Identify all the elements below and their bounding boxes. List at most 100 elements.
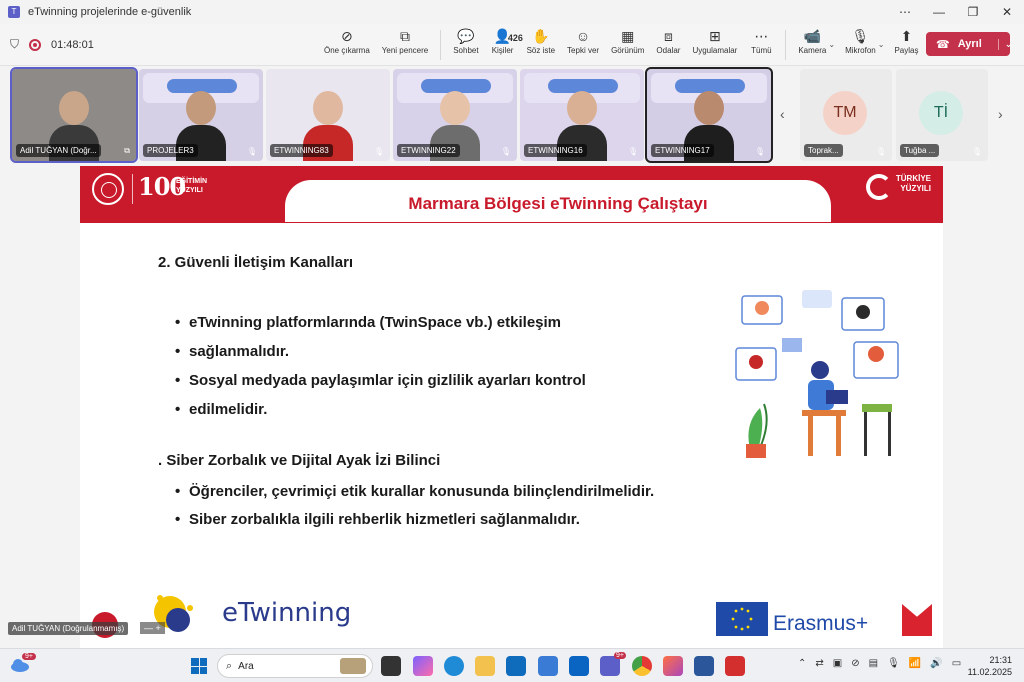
taskbar-search[interactable]: ⌕ Ara — [217, 654, 373, 678]
more-options-button[interactable]: ⋯ — [888, 5, 922, 19]
pdf-reader-icon[interactable] — [725, 656, 745, 676]
mic-muted-icon: 🎙 — [875, 147, 886, 156]
participant-tile[interactable]: TM Toprak... 🎙 — [800, 69, 892, 161]
participant-tile[interactable]: ETWINNING16 🎙 — [520, 69, 644, 161]
raise-hand-icon: ✋ — [532, 28, 550, 44]
store-icon[interactable] — [506, 656, 526, 676]
mic-options-chevron-icon[interactable]: ⌄ — [878, 40, 885, 49]
word-icon[interactable] — [694, 656, 714, 676]
leave-button[interactable]: ☎ Ayrıl ⌄ — [926, 32, 1012, 56]
presenter-controls[interactable]: — + — [140, 622, 165, 634]
teams-badge: 9+ — [614, 652, 626, 659]
bullet-continuation: edilmelidir. — [175, 395, 735, 424]
windows-taskbar: 9+ ⌕ Ara 9+ ⌃ ⇄ ▣ ⊘ ▤ 🎙 📶 🔊 ▭ 21:31 11.0… — [0, 648, 1024, 682]
share-label: Paylaş — [894, 46, 919, 55]
volume-icon[interactable]: 🔊 — [930, 658, 942, 669]
weather-widget[interactable]: 9+ — [10, 653, 36, 674]
mic-muted-icon: 🎙 — [500, 147, 511, 156]
task-view-icon[interactable] — [381, 656, 401, 676]
toolbar-rooms-button[interactable]: ⧈ Odalar — [650, 26, 686, 55]
copilot-icon[interactable] — [413, 656, 433, 676]
participant-tile[interactable]: ETWINNING83 🎙 — [266, 69, 390, 161]
system-tray: ⌃ ⇄ ▣ ⊘ ▤ 🎙 📶 🔊 ▭ — [798, 658, 970, 669]
rooms-icon: ⧈ — [663, 28, 673, 44]
mic-off-icon: 🎙 — [851, 28, 870, 44]
strip-next-chevron-icon[interactable]: › — [998, 106, 1003, 122]
toolbar-more-label: Tümü — [751, 46, 772, 55]
highlight-off-icon: ⊘ — [341, 28, 353, 44]
toolbar-react-button[interactable]: ☺ Tepki ver — [561, 26, 605, 55]
toolbar-more-button[interactable]: ⋯ Tümü — [743, 26, 779, 55]
camera-label: Kamera — [798, 46, 827, 55]
teams-app-icon: T — [8, 6, 20, 18]
battery-icon[interactable]: ▭ — [952, 658, 961, 669]
ministry-logo-icon — [92, 173, 124, 205]
participant-tile[interactable]: ETWINNING17 🎙 — [645, 67, 773, 163]
minimize-button[interactable]: — — [922, 5, 956, 19]
presenter-name-tag: Adil TUĞYAN (Doğrulanmamış) — [8, 622, 129, 635]
participant-name: Tuğba ... — [900, 144, 940, 157]
wifi-icon[interactable]: 📶 — [909, 658, 921, 669]
meeting-toolbar: ⛉ 01:48:01 ⊘ Öne çıkarma ⧉ Yeni pencere … — [0, 24, 1024, 66]
participant-name: ETWINNING17 — [651, 144, 714, 157]
tray-app-icon[interactable]: ⊘ — [851, 658, 859, 669]
toolbar-highlight-label: Öne çıkarma — [324, 46, 370, 55]
tray-overflow-chevron-icon[interactable]: ⌃ — [798, 658, 806, 669]
outlook-icon[interactable] — [569, 656, 589, 676]
toolbar-highlight-button[interactable]: ⊘ Öne çıkarma — [318, 26, 376, 55]
strip-prev-chevron-icon[interactable]: ‹ — [780, 106, 785, 122]
tray-app-icon[interactable]: ⇄ — [815, 658, 823, 669]
file-explorer-icon[interactable] — [475, 656, 495, 676]
toolbar-new-window-button[interactable]: ⧉ Yeni pencere — [376, 26, 434, 55]
people-count: 426 — [507, 33, 523, 43]
security-shield-icon[interactable]: ⛉ — [10, 37, 19, 52]
maximize-button[interactable]: ❐ — [956, 5, 990, 19]
microphone-label: Mikrofon — [845, 46, 876, 55]
teams-icon[interactable]: 9+ — [600, 652, 626, 676]
camera-options-chevron-icon[interactable]: ⌄ — [828, 40, 835, 49]
toolbar-apps-button[interactable]: ⊞ Uygulamalar — [686, 26, 743, 55]
bullet-item: eTwinning platformlarında (TwinSpace vb.… — [175, 308, 735, 337]
toolbar-raise-hand-button[interactable]: ✋ Söz iste — [521, 26, 561, 55]
participant-tile[interactable]: PROJELER3 🎙 — [139, 69, 263, 161]
close-button[interactable]: ✕ — [990, 5, 1024, 19]
participant-tile[interactable]: Tİ Tuğba ... 🎙 — [896, 69, 988, 161]
recording-icon — [29, 38, 42, 51]
camera-button[interactable]: 📹 Kamera — [792, 26, 832, 55]
section-bullets: eTwinning platformlarında (TwinSpace vb.… — [175, 308, 735, 424]
start-button[interactable] — [191, 658, 207, 674]
microphone-button[interactable]: 🎙 Mikrofon — [839, 26, 882, 55]
toolbar-chat-button[interactable]: 💬 Sohbet — [447, 26, 484, 55]
toolbar-chat-label: Sohbet — [453, 46, 479, 55]
taskbar-clock[interactable]: 21:31 11.02.2025 — [964, 654, 1012, 678]
edge-icon[interactable] — [444, 656, 464, 676]
turkiye-yuzyili-logo: TÜRKİYE YÜZYILI — [865, 174, 931, 200]
slide-header: 100 EĞİTİMİN YÜZYILI Marmara Bölgesi eTw… — [80, 166, 943, 223]
tray-app-icon[interactable]: ▤ — [869, 658, 878, 669]
toolbar-react-label: Tepki ver — [567, 46, 600, 55]
egitimin-yuzyili-logo: 100 EĞİTİMİN YÜZYILI — [138, 172, 208, 201]
partner-m-logo-icon — [902, 604, 932, 636]
participant-tile[interactable]: Adil TUĞYAN (Doğr... ⧉ — [10, 67, 138, 163]
toolbar-rooms-label: Odalar — [656, 46, 681, 55]
toolbar-divider — [440, 30, 442, 60]
photos-icon[interactable] — [663, 656, 683, 676]
toolbar-actions: ⊘ Öne çıkarma ⧉ Yeni pencere 💬 Sohbet 👤 4… — [318, 26, 924, 60]
participant-tile[interactable]: ETWINNING22 🎙 — [393, 69, 517, 161]
mic-muted-tray-icon[interactable]: 🎙 — [887, 658, 900, 669]
meeting-timer: 01:48:01 — [51, 38, 94, 51]
phone-hangup-icon: ☎ — [936, 38, 950, 51]
tray-app-icon[interactable]: ▣ — [833, 658, 842, 669]
participant-name: ETWINNING83 — [270, 144, 333, 157]
toolbar-view-label: Görünüm — [611, 46, 645, 55]
toolbar-raise-hand-label: Söz iste — [526, 46, 556, 55]
mic-muted-icon: 🎙 — [627, 147, 638, 156]
toolbar-view-button[interactable]: ▦ Görünüm — [605, 26, 650, 55]
chrome-icon[interactable] — [632, 656, 652, 676]
toolbar-people-button[interactable]: 👤 426 Kişiler — [485, 26, 523, 55]
app-icon[interactable] — [538, 656, 558, 676]
toolbar-divider — [785, 30, 787, 60]
egitimin-yuzyili-text: EĞİTİMİN YÜZYILI — [176, 178, 208, 194]
leave-options-chevron-icon[interactable]: ⌄ — [997, 38, 1012, 50]
share-button[interactable]: ⬆ Paylaş — [888, 26, 924, 55]
